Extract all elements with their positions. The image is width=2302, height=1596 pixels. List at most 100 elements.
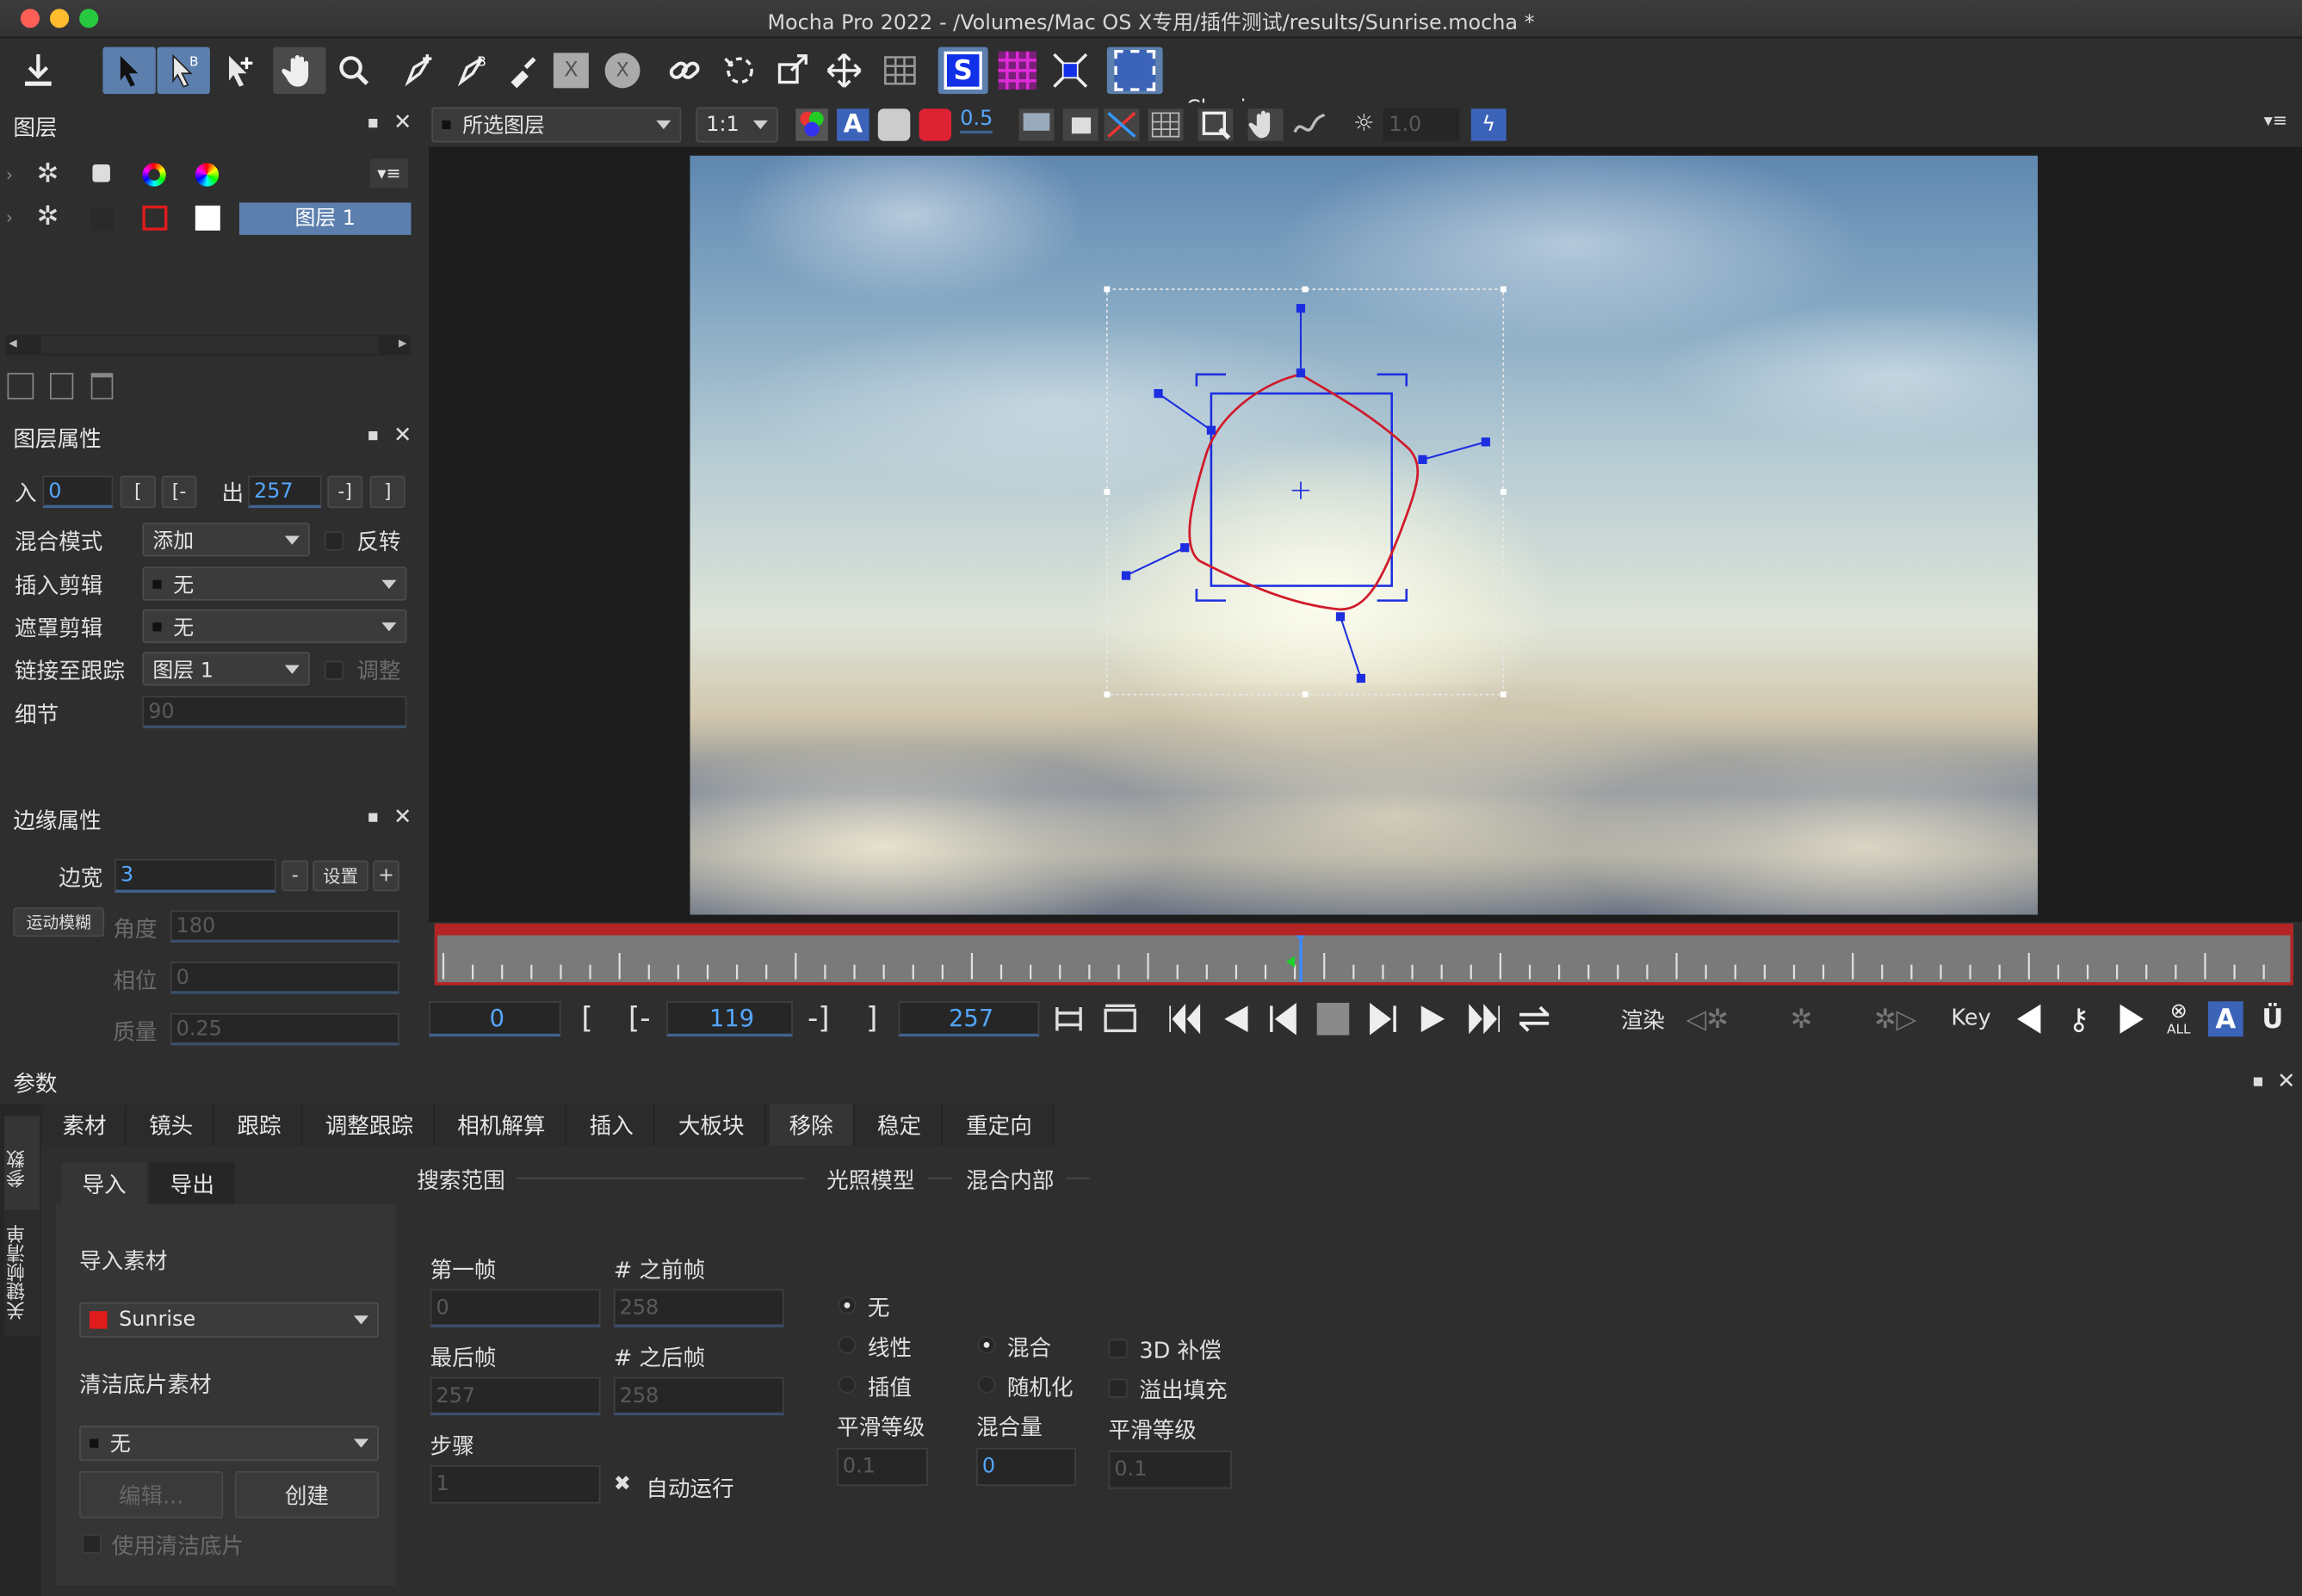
hand-icon[interactable] [273,46,326,95]
set-out-point-button[interactable]: ] [866,1000,877,1036]
edge-width-field[interactable]: 3 [114,858,276,894]
current-frame-field[interactable]: 119 [666,1001,793,1037]
invert-checkbox[interactable] [324,531,344,551]
light-interp-radio[interactable] [838,1376,857,1394]
phase-field[interactable]: 0 [170,962,399,994]
play-icon[interactable] [1415,1001,1451,1036]
update-keys-icon[interactable]: Ü [2255,1001,2290,1036]
go-out-button[interactable]: -] [327,475,363,509]
pointer-add-icon[interactable] [214,47,264,95]
go-in-point-button[interactable]: [- [628,1000,651,1036]
close-panel-icon[interactable]: ✕ [393,422,412,448]
smooth-level-field[interactable]: 0.1 [837,1447,928,1487]
fit-range-icon[interactable] [1101,1001,1139,1036]
randomize-radio[interactable] [977,1376,996,1394]
brush-icon[interactable] [499,47,547,95]
brightness-icon[interactable]: ☼ [1348,108,1381,141]
tab-lens[interactable]: 镜头 [129,1104,214,1146]
edge-set-button[interactable]: 设置 [313,860,369,892]
key-icon[interactable]: ⚷ [2061,1001,2096,1036]
edge-minus-button[interactable]: - [282,860,309,892]
blend-radio[interactable] [977,1336,996,1354]
layer-row[interactable]: › ✲ 图层 1 [0,200,426,238]
link-track-select[interactable]: 图层 1 [142,652,310,686]
float-panel-icon[interactable]: ▪ [367,112,379,133]
tab-stabilize[interactable]: 稳定 [857,1104,943,1146]
step-forward-icon[interactable] [1365,1001,1401,1036]
mask-select-icon[interactable] [1106,46,1163,95]
exposure-field[interactable]: 1.0 [1383,108,1460,141]
overlay-icon[interactable] [877,108,911,141]
layers-scrollbar[interactable]: ◂ ▸ [5,333,412,356]
side-tab-params[interactable]: 参数 [4,1116,40,1222]
skip-end-icon[interactable] [1465,1001,1503,1036]
clean-plate-select[interactable]: 无 [79,1426,379,1462]
create-button[interactable]: 创建 [234,1471,379,1519]
layer-fill-swatch[interactable] [195,205,220,231]
expand-icon[interactable]: › [6,207,13,227]
transform-icon[interactable] [768,47,818,95]
magnifier-icon[interactable] [1197,108,1234,141]
zoom-icon[interactable] [331,47,378,95]
timeline-start-field[interactable]: 0 [428,1001,561,1037]
matte-overlay-icon[interactable] [919,108,952,141]
step-field[interactable]: 1 [430,1465,601,1504]
link-icon[interactable] [660,47,710,95]
expand-icon[interactable]: › [6,164,13,185]
viewer[interactable] [428,146,2302,923]
render-backward-icon[interactable]: ◁✲ [1686,1001,1729,1036]
layer-color-swatch[interactable] [142,205,168,231]
tab-adjust-track[interactable]: 调整跟踪 [305,1104,435,1146]
auto-run-check-icon[interactable]: ✖ [614,1473,631,1496]
step-back-icon[interactable] [1265,1001,1301,1036]
blend-amount-field[interactable]: 0 [976,1447,1077,1487]
set-in-point-button[interactable]: [ [581,1000,592,1036]
export-subtab[interactable]: 导出 [149,1162,235,1204]
add-layer-icon[interactable] [49,373,74,399]
layers-view-icon[interactable] [1062,108,1098,141]
go-out-point-button[interactable]: -] [808,1000,830,1036]
out-field[interactable]: 257 [248,475,322,509]
detail-field[interactable]: 90 [142,696,407,728]
timeline-ruler[interactable] [434,923,2293,986]
lightning-icon[interactable]: ϟ [1470,108,1507,141]
frames-after-field[interactable]: 258 [613,1376,784,1416]
move-icon[interactable] [820,47,869,95]
float-panel-icon[interactable]: ▪ [367,424,379,445]
viewer-menu-button[interactable]: ▾≡ [2258,110,2293,139]
skip-start-icon[interactable] [1166,1001,1204,1036]
pointer-icon[interactable] [102,46,156,95]
lasso-icon[interactable] [714,47,764,95]
add-folder-icon[interactable] [7,373,34,399]
layer-name[interactable]: 图层 1 [238,202,412,235]
layer-view-select[interactable]: 所选图层 [431,107,682,143]
matte-clip-select[interactable]: 无 [142,609,407,644]
render-frame-icon[interactable]: ✲ [1782,1001,1820,1036]
first-frame-field[interactable]: 0 [430,1289,601,1327]
set-in-button[interactable]: [ [120,475,156,509]
edit-button[interactable]: 编辑... [79,1471,224,1519]
close-panel-icon[interactable]: ✕ [393,803,412,830]
import-subtab[interactable]: 导入 [61,1162,147,1204]
tab-insert[interactable]: 插入 [569,1104,655,1146]
use-clean-plate-checkbox[interactable] [82,1534,102,1554]
spline-curve-icon[interactable] [1292,108,1327,141]
side-tab-keyframes[interactable]: 关键帧清单 [4,1209,40,1337]
adjust-checkbox[interactable] [324,660,344,680]
tab-camera-solve[interactable]: 相机解算 [437,1104,567,1146]
tab-track[interactable]: 跟踪 [217,1104,303,1146]
grid-overlay-icon[interactable] [993,47,1043,95]
prev-key-icon[interactable] [2011,1001,2046,1036]
spline-overlay[interactable] [429,147,2302,923]
light-linear-radio[interactable] [838,1336,857,1354]
close-icon[interactable]: X [549,47,593,95]
rgb-channels-icon[interactable] [795,108,828,141]
in-field[interactable]: 0 [42,475,114,509]
overflow-fill-checkbox[interactable] [1108,1378,1128,1398]
float-panel-icon[interactable]: ▪ [2252,1070,2264,1091]
layer-menu-button[interactable]: ▾≡ [369,158,409,189]
set-out-button[interactable]: ] [369,475,405,509]
tab-megaplate[interactable]: 大板块 [658,1104,767,1146]
monitor-icon[interactable] [1018,108,1055,141]
stop-icon[interactable] [1315,1001,1351,1036]
